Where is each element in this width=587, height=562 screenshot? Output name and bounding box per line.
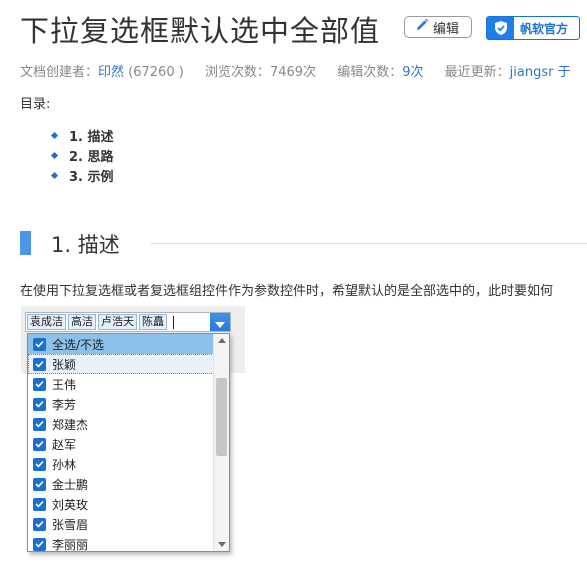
option-item[interactable]: 李芳 bbox=[28, 394, 214, 414]
checkbox-checked-icon[interactable] bbox=[33, 397, 46, 411]
section-title: 1. 描述 bbox=[51, 233, 120, 257]
selected-chips: 袁成洁 高洁 卢浩天 陈矗 bbox=[27, 314, 174, 330]
text-cursor bbox=[173, 315, 174, 329]
option-item[interactable]: 张雪眉 bbox=[28, 514, 214, 534]
option-item[interactable]: 李丽丽 bbox=[28, 534, 214, 552]
toc-label: 目录: bbox=[20, 97, 51, 112]
selected-chip[interactable]: 卢浩天 bbox=[98, 314, 137, 330]
option-item[interactable]: 孙林 bbox=[28, 454, 214, 474]
creator-name-link[interactable]: 印然 bbox=[98, 65, 124, 80]
checkbox-combo[interactable]: 袁成洁 高洁 卢浩天 陈矗 bbox=[25, 312, 231, 332]
checkbox-checked-icon[interactable] bbox=[33, 437, 46, 451]
creator-label: 文档创建者： bbox=[20, 65, 99, 80]
option-label: 张颖 bbox=[52, 357, 77, 372]
views-label: 浏览次数： bbox=[204, 65, 270, 80]
section-divider bbox=[150, 243, 587, 244]
toc-item-label: 3. 示例 bbox=[69, 169, 114, 185]
option-label: 王伟 bbox=[52, 377, 77, 392]
option-item[interactable]: 赵军 bbox=[28, 434, 214, 454]
checkbox-checked-icon[interactable] bbox=[33, 377, 46, 391]
checkbox-checked-icon[interactable] bbox=[33, 357, 46, 371]
option-label: 郑建杰 bbox=[52, 417, 89, 432]
option-label: 孙林 bbox=[52, 457, 77, 472]
views-value: 7469次 bbox=[269, 65, 317, 80]
toc-item[interactable]: 3. 示例 bbox=[50, 165, 114, 185]
edit-button[interactable]: 编辑 bbox=[404, 16, 472, 38]
option-label: 金士鹏 bbox=[52, 477, 89, 492]
section-heading: 1. 描述 bbox=[20, 229, 587, 257]
toc-item-label: 2. 思路 bbox=[69, 149, 114, 165]
option-item[interactable]: 张颖 bbox=[28, 354, 214, 374]
checkbox-checked-icon[interactable] bbox=[33, 337, 46, 351]
toc-item-label: 1. 描述 bbox=[69, 129, 114, 145]
official-button[interactable]: 帆软官方 bbox=[486, 16, 580, 40]
option-item[interactable]: 金士鹏 bbox=[28, 474, 214, 494]
bullet-icon bbox=[50, 131, 59, 139]
option-label: 张雪眉 bbox=[52, 517, 89, 532]
selected-chip[interactable]: 陈矗 bbox=[139, 314, 167, 330]
checkbox-checked-icon[interactable] bbox=[33, 497, 46, 511]
scroll-up-icon[interactable] bbox=[218, 338, 226, 343]
shield-check-icon bbox=[487, 17, 514, 39]
pencil-icon bbox=[415, 18, 429, 36]
checkbox-checked-icon[interactable] bbox=[33, 457, 46, 471]
checkbox-checked-icon[interactable] bbox=[33, 517, 46, 531]
toc-item[interactable]: 1. 描述 bbox=[50, 125, 114, 145]
option-list: 全选/不选 张颖 王伟 李芳 郑建杰 赵军 孙林 金士鹏 刘英玫 张雪眉 李丽丽 bbox=[28, 334, 214, 552]
checkbox-checked-icon[interactable] bbox=[33, 477, 46, 491]
page-title: 下拉复选框默认选中全部值 bbox=[20, 14, 381, 48]
section-bar bbox=[20, 231, 31, 255]
scrollbar-thumb[interactable] bbox=[216, 378, 227, 456]
scrollbar[interactable] bbox=[213, 334, 229, 551]
checkbox-checked-icon[interactable] bbox=[33, 417, 46, 431]
selected-chip[interactable]: 高洁 bbox=[68, 314, 96, 330]
chevron-down-icon bbox=[215, 313, 225, 332]
edits-value-link[interactable]: 9次 bbox=[402, 65, 423, 80]
checkbox-checked-icon[interactable] bbox=[33, 537, 46, 551]
official-button-label: 帆软官方 bbox=[520, 21, 569, 36]
option-label: 赵军 bbox=[52, 437, 77, 452]
select-all-option[interactable]: 全选/不选 bbox=[28, 334, 214, 354]
creator-id: (67260 ) bbox=[128, 65, 184, 80]
edit-button-label: 编辑 bbox=[433, 21, 460, 37]
toc-item[interactable]: 2. 思路 bbox=[50, 145, 114, 165]
option-item[interactable]: 郑建杰 bbox=[28, 414, 214, 434]
dropdown-panel: 全选/不选 张颖 王伟 李芳 郑建杰 赵军 孙林 金士鹏 刘英玫 张雪眉 李丽丽 bbox=[27, 333, 230, 552]
option-label: 李芳 bbox=[52, 397, 77, 412]
option-label: 全选/不选 bbox=[52, 337, 105, 352]
table-of-contents: 1. 描述 2. 思路 3. 示例 bbox=[50, 125, 114, 185]
updated-user-link[interactable]: jiangsr 于 bbox=[510, 65, 571, 80]
bullet-icon bbox=[50, 151, 59, 159]
option-item[interactable]: 刘英玫 bbox=[28, 494, 214, 514]
option-item[interactable]: 王伟 bbox=[28, 374, 214, 394]
option-label: 刘英玫 bbox=[52, 497, 89, 512]
section-description: 在使用下拉复选框或者复选框组控件作为参数控件时，希望默认的是全部选中的，此时要如… bbox=[20, 284, 554, 299]
selected-chip[interactable]: 袁成洁 bbox=[27, 314, 66, 330]
edits-label: 编辑次数： bbox=[337, 65, 403, 80]
dropdown-toggle-button[interactable] bbox=[210, 313, 230, 331]
bullet-icon bbox=[50, 171, 59, 179]
updated-label: 最近更新： bbox=[444, 65, 510, 80]
option-label: 李丽丽 bbox=[52, 537, 89, 552]
scroll-down-icon[interactable] bbox=[218, 542, 226, 547]
document-meta: 文档创建者：印然 (67260 ) 浏览次数：7469次 编辑次数：9次 最近更… bbox=[20, 61, 587, 80]
